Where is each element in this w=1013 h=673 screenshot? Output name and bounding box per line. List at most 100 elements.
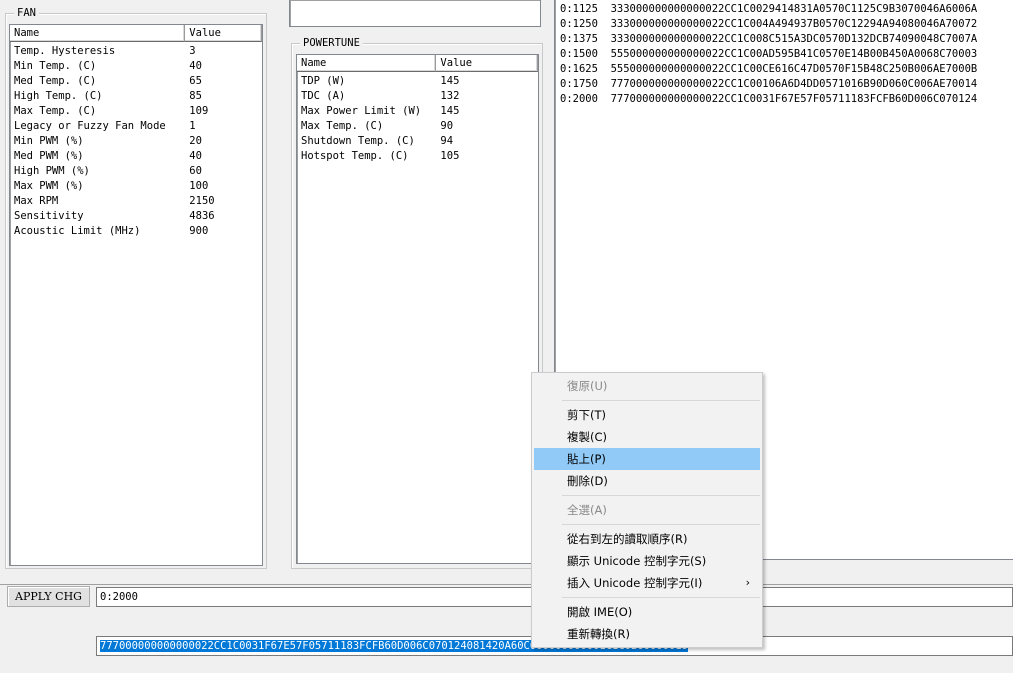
context-menu-item-label: 刪除(D) (567, 474, 608, 488)
fan-row-name: Med Temp. (C) (14, 75, 97, 87)
hex-line: 0:2000 777000000000000022CC1C0031F67E57F… (560, 93, 978, 105)
context-menu-item[interactable]: 刪除(D) (532, 470, 762, 492)
fan-row[interactable]: Min PWM (%) 20 (10, 134, 262, 149)
powertune-row-value: 94 (440, 135, 454, 147)
context-menu-item-label: 全選(A) (567, 503, 607, 517)
menu-separator (562, 400, 760, 401)
fan-row-name: High PWM (%) (14, 165, 90, 177)
fan-row-value: 100 (189, 180, 209, 192)
fan-row[interactable]: Sensitivity 4836 (10, 209, 262, 224)
powertune-row[interactable]: Shutdown Temp. (C) 94 (297, 134, 538, 149)
fan-row[interactable]: Med Temp. (C) 65 (10, 74, 262, 89)
fan-row[interactable]: Max RPM 2150 (10, 194, 262, 209)
powertune-list-header: Name Value (297, 55, 538, 72)
fan-row[interactable]: Max Temp. (C) 109 (10, 104, 262, 119)
fan-name-column-header[interactable]: Name (10, 25, 186, 42)
fan-row[interactable]: Min Temp. (C) 40 (10, 59, 262, 74)
fan-row[interactable]: Max PWM (%) 100 (10, 179, 262, 194)
fan-row-name: High Temp. (C) (14, 90, 103, 102)
apply-chg-button[interactable]: APPLY CHG (7, 586, 90, 607)
fan-row[interactable]: Legacy or Fuzzy Fan Mode 1 (10, 119, 262, 134)
powertune-group-title: POWERTUNE (300, 36, 363, 50)
fan-row-value: 60 (189, 165, 202, 177)
context-menu-item[interactable]: 顯示 Unicode 控制字元(S) (532, 550, 762, 572)
fan-rows: Temp. Hysteresis 3 Min Temp. (C) 40 Med Temp… (10, 42, 262, 239)
fan-row-value: 109 (189, 105, 209, 117)
fan-row-name: Med PWM (%) (14, 150, 84, 162)
powertune-row-name: TDP (W) (301, 75, 346, 87)
hex-line: 0:1625 555000000000000022CC1C00CE616C47D… (560, 63, 978, 75)
fan-row-value: 900 (189, 225, 209, 237)
powertune-rows: TDP (W) 145 TDC (A) 132 Max Power Limit (W) 1… (297, 72, 538, 164)
context-menu-item-label: 顯示 Unicode 控制字元(S) (567, 554, 707, 568)
fan-row-value: 4836 (189, 210, 215, 222)
hex-line: 0:1250 333000000000000022CC1C004A494937B… (560, 18, 978, 30)
fan-row-name: Temp. Hysteresis (14, 45, 116, 57)
powertune-row-name: Shutdown Temp. (C) (301, 135, 415, 147)
powertune-value-column-header[interactable]: Value (436, 55, 538, 72)
fan-row-value: 2150 (189, 195, 215, 207)
powertune-row-value: 145 (440, 75, 460, 87)
context-menu-item[interactable]: 開啟 IME(O) (532, 601, 762, 623)
fan-row-name: Max PWM (%) (14, 180, 84, 192)
powertune-list[interactable]: Name Value TDP (W) 145 TDC (A) 132 Max Power… (296, 54, 539, 564)
fan-row-name: Legacy or Fuzzy Fan Mode (14, 120, 166, 132)
menu-separator (562, 495, 760, 496)
powertune-name-column-header[interactable]: Name (297, 55, 437, 72)
fan-row-value: 20 (189, 135, 202, 147)
fan-list[interactable]: Name Value Temp. Hysteresis 3 Min Temp. (C… (9, 24, 263, 566)
fan-row-name: Sensitivity (14, 210, 84, 222)
powertune-row-name: Hotspot Temp. (C) (301, 150, 409, 162)
hex-line: 0:1750 777000000000000022CC1C00106A6D4DD… (560, 78, 978, 90)
hex-line: 0:1500 555000000000000022CC1C00AD595B41C… (560, 48, 978, 60)
fan-row[interactable]: Temp. Hysteresis 3 (10, 44, 262, 59)
context-menu-item[interactable]: 重新轉換(R) (532, 623, 762, 645)
powertune-row-value: 145 (440, 105, 460, 117)
powertune-row[interactable]: TDC (A) 132 (297, 89, 538, 104)
powertune-row[interactable]: Max Power Limit (W) 145 (297, 104, 538, 119)
context-menu-item-label: 複製(C) (567, 430, 608, 444)
fan-row-name: Min Temp. (C) (14, 60, 97, 72)
fan-row[interactable]: Med PWM (%) 40 (10, 149, 262, 164)
powertune-row-value: 105 (440, 150, 460, 162)
top-info-box[interactable] (289, 0, 541, 27)
context-menu: 復原(U) 剪下(T) 複製(C) 貼上(P) 刪除(D) 全選(A) 從右到左的讀取順序(… (531, 372, 763, 648)
context-menu-item[interactable]: 剪下(T) (532, 404, 762, 426)
powertune-row-value: 90 (440, 120, 454, 132)
powertune-row[interactable]: TDP (W) 145 (297, 74, 538, 89)
hex-line: 0:1375 333000000000000022CC1C008C515A3DC… (560, 33, 978, 45)
fan-list-header: Name Value (10, 25, 262, 42)
fan-value-column-header[interactable]: Value (185, 25, 262, 42)
fan-row-name: Min PWM (%) (14, 135, 84, 147)
powertune-row-name: Max Power Limit (W) (301, 105, 422, 117)
fan-row-value: 85 (189, 90, 202, 102)
context-menu-item[interactable]: 插入 Unicode 控制字元(I) › (532, 572, 762, 594)
context-menu-item: 全選(A) (532, 499, 762, 521)
fan-row-value: 40 (189, 150, 202, 162)
fan-row[interactable]: Acoustic Limit (MHz) 900 (10, 224, 262, 239)
context-menu-item[interactable]: 複製(C) (532, 426, 762, 448)
context-menu-item-label: 貼上(P) (567, 452, 606, 466)
fan-row-value: 65 (189, 75, 202, 87)
fan-group-title: FAN (14, 6, 39, 20)
powertune-row[interactable]: Hotspot Temp. (C) 105 (297, 149, 538, 164)
context-menu-item-label: 重新轉換(R) (567, 627, 630, 641)
context-menu-item: 復原(U) (532, 375, 762, 397)
fan-row-value: 1 (189, 120, 196, 132)
fan-row[interactable]: High Temp. (C) 85 (10, 89, 262, 104)
context-menu-item[interactable]: 貼上(P) (534, 448, 760, 470)
fan-row[interactable]: High PWM (%) 60 (10, 164, 262, 179)
chevron-right-icon: › (745, 576, 750, 589)
menu-separator (562, 524, 760, 525)
powertune-row-name: TDC (A) (301, 90, 346, 102)
fan-row-name: Max RPM (14, 195, 59, 207)
context-menu-item-label: 剪下(T) (567, 408, 606, 422)
fan-row-name: Max Temp. (C) (14, 105, 97, 117)
context-menu-item-label: 插入 Unicode 控制字元(I) (567, 576, 703, 590)
powertune-row[interactable]: Max Temp. (C) 90 (297, 119, 538, 134)
hex-line: 0:1125 333000000000000022CC1C0029414831A… (560, 3, 978, 15)
context-menu-item[interactable]: 從右到左的讀取順序(R) (532, 528, 762, 550)
context-menu-item-label: 從右到左的讀取順序(R) (567, 532, 688, 546)
hex-lines: 0:1125 333000000000000022CC1C0029414831A… (555, 0, 1013, 107)
powertune-row-name: Max Temp. (C) (301, 120, 384, 132)
